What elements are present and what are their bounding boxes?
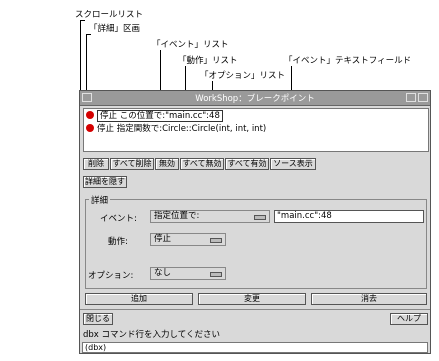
minimize-icon[interactable] [406, 93, 416, 102]
add-button[interactable]: 追加 [85, 293, 193, 305]
callout-scroll-list: スクロールリスト [75, 10, 144, 20]
callout-event-list: 「イベント」リスト [152, 40, 229, 50]
hide-details-button[interactable]: 詳細を隠す [83, 176, 127, 188]
option-list-value: なし [154, 268, 172, 278]
stop-icon [86, 124, 94, 132]
action-list-value: 停止 [154, 234, 172, 244]
event-label: イベント: [100, 214, 137, 224]
action-label: 動作: [108, 237, 128, 247]
delete-all-button[interactable]: すべて削除 [110, 158, 154, 170]
delete-button[interactable]: 削除 [83, 158, 109, 170]
option-list[interactable]: なし [150, 267, 226, 280]
option-menu-indicator-icon [210, 272, 222, 277]
help-button[interactable]: ヘルプ [390, 313, 428, 325]
disable-all-button[interactable]: すべて無効 [180, 158, 224, 170]
leader-line [86, 34, 91, 35]
separator [80, 309, 430, 310]
details-area: 詳細 イベント: 指定位置で: "main.cc":48 動作: 停止 オプショ… [85, 194, 427, 289]
command-input[interactable]: (dbx) [82, 342, 428, 353]
clear-button[interactable]: 消去 [311, 293, 427, 305]
title-bar[interactable]: WorkShop：ブレークポイント [80, 91, 430, 106]
breakpoints-window: WorkShop：ブレークポイント 停止 この位置で:"main.cc":48 … [79, 90, 431, 354]
status-message: dbx コマンド行を入力してください [83, 330, 221, 340]
close-button[interactable]: 閉じる [83, 313, 113, 325]
details-group-label: 詳細 [89, 194, 111, 206]
stop-icon [86, 111, 94, 119]
list-item-text: 停止 この位置で:"main.cc":48 [97, 110, 223, 122]
callout-option-list: 「オプション」リスト [200, 71, 286, 81]
list-item-text: 停止 指定関数で:Circle::Circle(int, int, int) [97, 124, 267, 134]
callout-details-area: 「詳細」区画 [89, 24, 141, 34]
disable-button[interactable]: 無効 [155, 158, 179, 170]
change-button[interactable]: 変更 [198, 293, 306, 305]
list-item[interactable]: 停止 指定関数で:Circle::Circle(int, int, int) [86, 124, 266, 135]
window-title: WorkShop：ブレークポイント [195, 94, 315, 104]
option-menu-indicator-icon [254, 215, 266, 220]
leader-line [80, 20, 85, 21]
option-label: オプション: [88, 271, 134, 281]
callout-action-list: 「動作」リスト [178, 56, 238, 66]
breakpoint-scroll-list[interactable]: 停止 この位置で:"main.cc":48 停止 指定関数で:Circle::C… [83, 108, 429, 152]
list-item[interactable]: 停止 この位置で:"main.cc":48 [86, 110, 223, 122]
event-list[interactable]: 指定位置で: [150, 210, 270, 223]
callout-event-text-field: 「イベント」テキストフィールド [284, 56, 412, 66]
action-list[interactable]: 停止 [150, 233, 226, 246]
maximize-icon[interactable] [418, 93, 428, 102]
source-display-button[interactable]: ソース表示 [270, 158, 316, 170]
enable-all-button[interactable]: すべて有効 [225, 158, 269, 170]
option-menu-indicator-icon [210, 238, 222, 243]
event-text-field[interactable]: "main.cc":48 [274, 210, 424, 223]
event-list-value: 指定位置で: [154, 211, 200, 221]
